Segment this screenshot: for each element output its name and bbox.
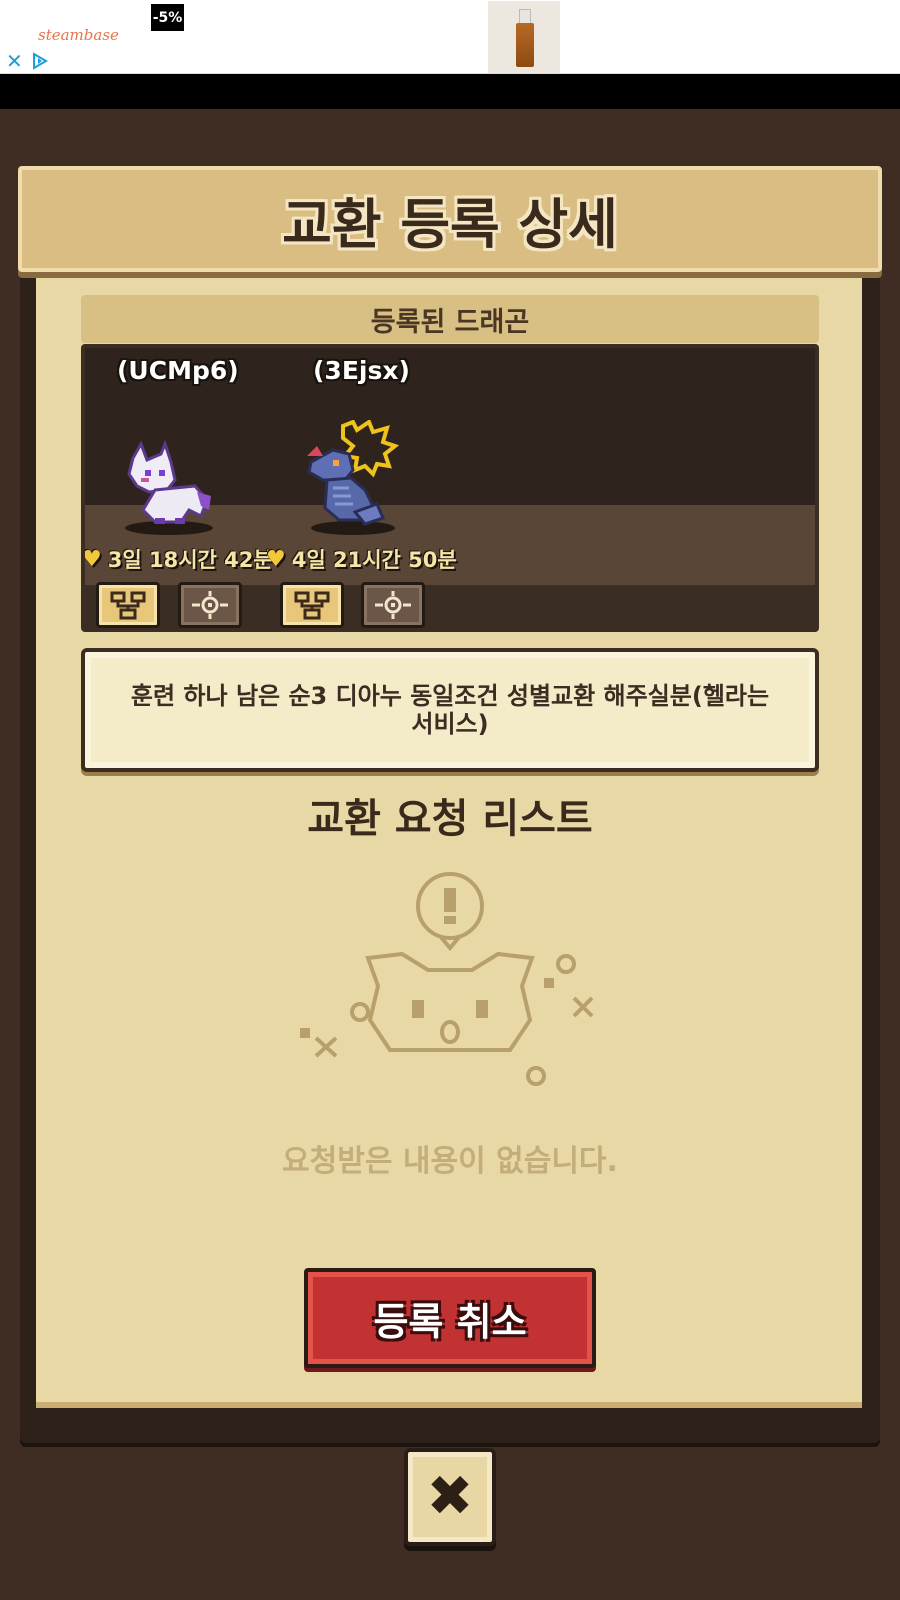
ad-product-image[interactable] (488, 1, 560, 73)
heart-icon: ♥ (266, 546, 286, 572)
dragon-timer: ♥ 4일 21시간 50분 (266, 546, 457, 573)
ad-banner[interactable]: steambase -5% ✕ (0, 0, 900, 74)
close-icon: ✖ (426, 1464, 474, 1529)
target-icon (375, 591, 411, 619)
close-button[interactable]: ✖ (404, 1448, 496, 1546)
ad-info-icon[interactable] (31, 52, 49, 70)
ad-discount-badge: -5% (151, 4, 184, 31)
locate-button[interactable] (361, 582, 425, 628)
trade-description: 훈련 하나 남은 순3 디아누 동일조건 성별교환 해주실분(헬라는 서비스) (81, 648, 819, 772)
dragon-name: (UCMp6) (117, 356, 239, 385)
lineage-button[interactable] (96, 582, 160, 628)
dragon-name: (3Ejsx) (313, 356, 410, 385)
request-list-title: 교환 요청 리스트 (307, 796, 593, 842)
lineage-tree-icon (110, 591, 146, 620)
heart-icon: ♥ (82, 546, 102, 572)
registered-dragon-label: 등록된 드래곤 (81, 295, 819, 343)
ad-close-icon[interactable]: ✕ (6, 51, 23, 71)
top-strip (0, 74, 900, 109)
dragon-sprite-blue[interactable] (303, 420, 401, 536)
registered-dragon-panel: (UCMp6) ♥ 3일 18시간 42분 (3Ejsx) ♥ 4일 21시간 … (81, 344, 819, 632)
dragon-sprite-white[interactable] (115, 440, 215, 536)
lineage-button[interactable] (280, 582, 344, 628)
empty-request-message: 요청받은 내용이 없습니다. (282, 1144, 618, 1179)
locate-button[interactable] (178, 582, 242, 628)
dialog-title-bar: 교환 등록 상세 (18, 166, 882, 272)
empty-state-illustration (300, 872, 594, 1086)
dragon-timer: ♥ 3일 18시간 42분 (82, 546, 273, 573)
ad-brand-logo[interactable]: steambase (38, 26, 119, 44)
target-icon (192, 591, 228, 619)
lineage-tree-icon (294, 591, 330, 620)
dialog-title: 교환 등록 상세 (282, 192, 618, 256)
cancel-registration-button[interactable]: 등록 취소 (304, 1268, 596, 1368)
